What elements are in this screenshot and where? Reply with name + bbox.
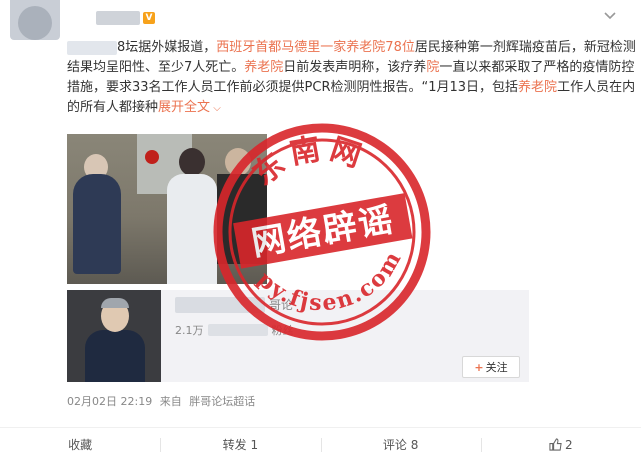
source-prefix: 来自 bbox=[159, 395, 182, 408]
highlighted-text[interactable]: 西班牙首都马德里一家养老院78位 bbox=[216, 40, 415, 55]
chevron-down-icon[interactable] bbox=[603, 8, 619, 24]
highlighted-text[interactable]: 院 bbox=[426, 60, 439, 75]
follow-button[interactable]: + 关注 bbox=[462, 356, 520, 378]
vip-badge-icon: V bbox=[143, 12, 155, 24]
post-text: 8坛据外媒报道，西班牙首都马德里一家养老院78位居民接种第一剂辉瑞疫苗后，新冠检… bbox=[67, 38, 637, 119]
post-meta: 02月02日 22:19 来自 胖哥论坛超话 bbox=[67, 393, 259, 409]
repost-thumbnail[interactable] bbox=[67, 290, 161, 382]
thumbs-up-icon bbox=[549, 438, 562, 451]
comment-button[interactable]: 评论 8 bbox=[320, 428, 481, 461]
author-name-redacted bbox=[96, 11, 140, 25]
author-avatar[interactable] bbox=[10, 0, 60, 40]
body-text: 据外媒报道， bbox=[138, 40, 217, 55]
plus-icon: + bbox=[474, 360, 484, 374]
expand-full-text-link[interactable]: 展开全文 ⌵ bbox=[158, 100, 221, 115]
favorite-button[interactable]: 收藏 bbox=[0, 428, 160, 461]
highlighted-text[interactable]: 养老院 bbox=[518, 80, 557, 95]
highlighted-text[interactable]: 养老院 bbox=[244, 60, 283, 75]
author-name[interactable]: V bbox=[96, 10, 155, 26]
like-button[interactable]: 2 bbox=[480, 428, 641, 461]
redacted-text bbox=[67, 40, 117, 55]
post-time[interactable]: 02月02日 22:19 bbox=[67, 395, 152, 408]
body-text: 8坛 bbox=[117, 40, 139, 55]
repost-button[interactable]: 转发 1 bbox=[160, 428, 320, 461]
rumor-debunk-stamp: 东南网 网络辟谣 py.fjsen.com bbox=[213, 123, 431, 341]
post-source[interactable]: 胖哥论坛超话 bbox=[189, 395, 255, 408]
chevron-down-icon: ⌵ bbox=[210, 103, 221, 114]
action-bar: 收藏 转发 1 评论 8 2 bbox=[0, 427, 641, 461]
body-text: 日前发表声明称，该疗养 bbox=[283, 60, 427, 75]
